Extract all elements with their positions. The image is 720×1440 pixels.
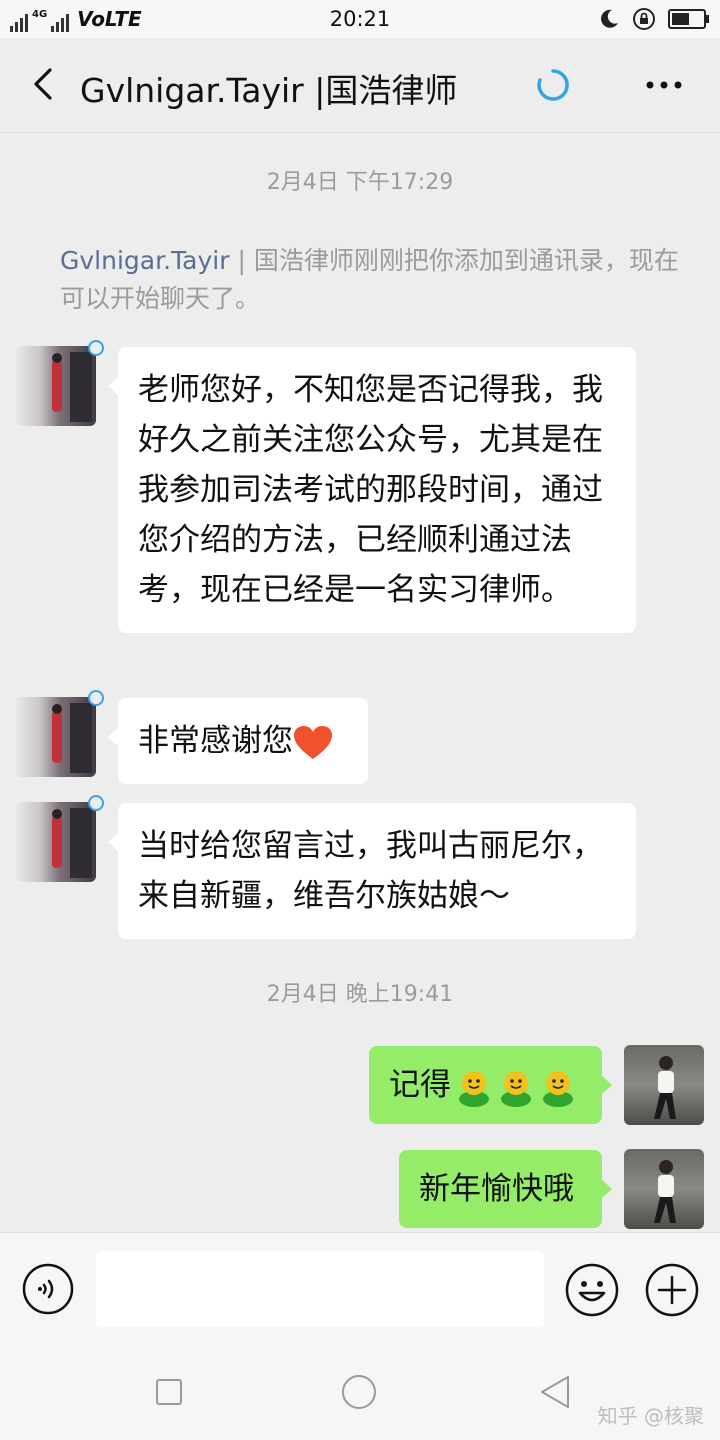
recent-apps-icon[interactable]	[155, 1378, 183, 1406]
contact-avatar[interactable]	[16, 697, 96, 777]
moon-icon	[601, 9, 618, 28]
message-text: 记得	[389, 1067, 451, 1103]
timestamp: 2月4日 晚上19:41	[266, 982, 454, 1007]
loading-spinner-icon	[537, 69, 569, 101]
timestamp: 2月4日 下午17:29	[266, 170, 454, 195]
avatar-image	[654, 1056, 676, 1119]
heart-emoji-icon	[294, 725, 332, 759]
contact-avatar[interactable]	[16, 802, 96, 882]
online-status-dot	[88, 795, 104, 811]
input-bar	[0, 1232, 720, 1343]
back-arrow-icon[interactable]	[26, 64, 66, 104]
online-status-dot	[88, 340, 104, 356]
battery-icon	[668, 9, 709, 29]
my-avatar[interactable]	[624, 1149, 704, 1229]
message-text: 老师您好，不知您是否记得我，我好久之前关注您公众号，尤其是在我参加司法考试的那段…	[138, 372, 603, 608]
avatar-image	[52, 808, 92, 878]
more-functions-plus-icon[interactable]	[645, 1263, 699, 1317]
avatar-image	[654, 1160, 676, 1223]
message-bubble-received[interactable]: 非常感谢您	[108, 698, 368, 784]
message-input[interactable]	[96, 1251, 544, 1327]
watermark: 知乎 @核聚	[597, 1404, 704, 1428]
message-bubble-sent[interactable]: 记得	[369, 1046, 612, 1124]
emoji-picker-icon[interactable]	[565, 1263, 619, 1317]
contact-name-link[interactable]: Gvlnigar.Tayir	[60, 246, 230, 275]
chat-title: Gvlnigar.Tayir |国浩律师	[80, 71, 458, 110]
home-icon[interactable]	[341, 1374, 377, 1410]
message-text: 新年愉快哦	[419, 1171, 574, 1207]
lock-rotation-icon	[633, 8, 655, 30]
sprout-emoji-icon	[501, 1070, 531, 1107]
avatar-image	[52, 703, 92, 773]
online-status-dot	[88, 690, 104, 706]
chat-header: Gvlnigar.Tayir |国浩律师	[0, 38, 720, 133]
sprout-emoji-icon	[543, 1070, 573, 1107]
battery-fill	[672, 13, 689, 25]
message-text: 非常感谢您	[138, 723, 293, 759]
status-bar: 4G VoLTE 20:21	[0, 0, 720, 38]
status-icons	[598, 7, 709, 31]
system-back-icon[interactable]	[538, 1374, 572, 1410]
more-options-icon[interactable]	[642, 68, 686, 102]
system-message: Gvlnigar.Tayir | 国浩律师刚刚把你添加到通讯录，现在可以开始聊天…	[60, 242, 680, 318]
message-bubble-received[interactable]: 当时给您留言过，我叫古丽尼尔，来自新疆，维吾尔族姑娘～	[108, 803, 636, 939]
my-avatar[interactable]	[624, 1045, 704, 1125]
sprout-emoji-icon	[459, 1070, 489, 1107]
avatar-image	[52, 352, 92, 422]
voice-input-icon[interactable]	[22, 1263, 74, 1315]
message-bubble-received[interactable]: 老师您好，不知您是否记得我，我好久之前关注您公众号，尤其是在我参加司法考试的那段…	[108, 347, 636, 633]
message-bubble-sent[interactable]: 新年愉快哦	[399, 1150, 612, 1228]
contact-avatar[interactable]	[16, 346, 96, 426]
system-navigation-bar: 知乎 @核聚	[0, 1342, 720, 1440]
message-text: 当时给您留言过，我叫古丽尼尔，来自新疆，维吾尔族姑娘～	[138, 828, 603, 914]
